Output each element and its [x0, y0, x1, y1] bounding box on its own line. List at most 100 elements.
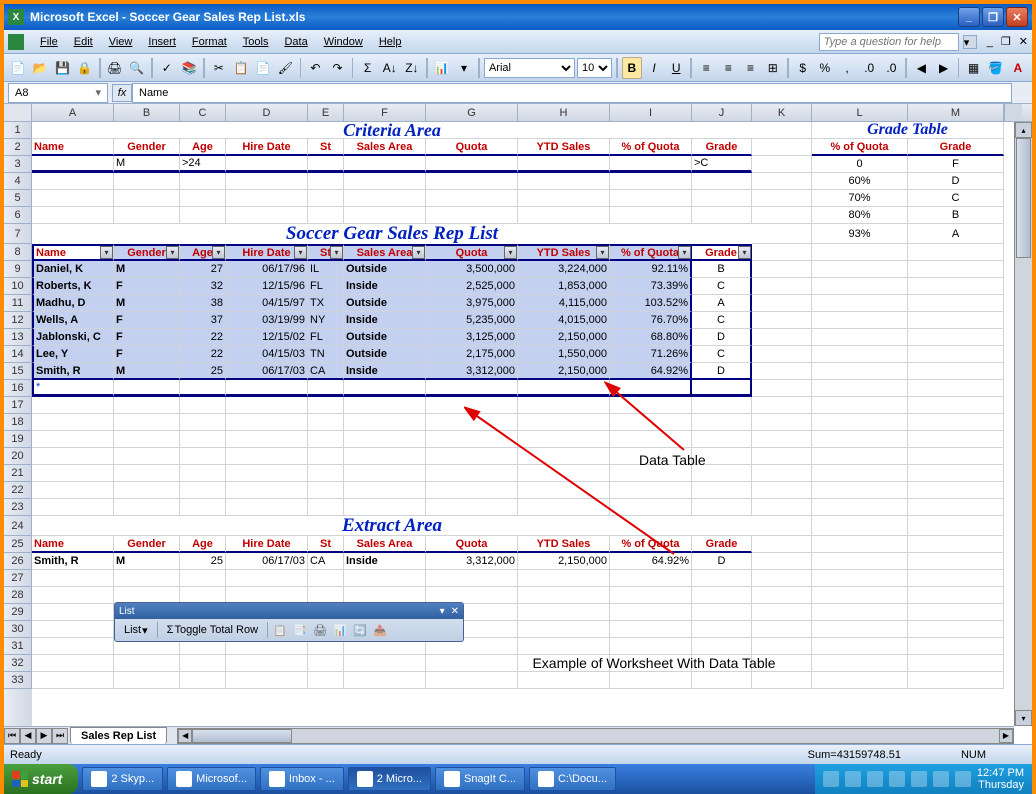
close-button[interactable]: ✕: [1006, 7, 1028, 27]
spell-icon[interactable]: ✓: [157, 57, 177, 79]
toggle-total-row-button[interactable]: Σ Toggle Total Row: [162, 622, 263, 638]
col-header-f[interactable]: F: [344, 104, 426, 121]
row-header-22[interactable]: 22: [4, 482, 32, 499]
save-icon[interactable]: 💾: [52, 57, 72, 79]
print-icon[interactable]: 🖨: [105, 57, 125, 79]
align-center-icon[interactable]: ≡: [718, 57, 738, 79]
col-header-m[interactable]: M: [908, 104, 1004, 121]
row-header-29[interactable]: 29: [4, 604, 32, 621]
taskbar-item[interactable]: 2 Skyp...: [82, 767, 163, 791]
align-right-icon[interactable]: ≡: [740, 57, 760, 79]
tray-icon[interactable]: [845, 771, 861, 787]
row-header-1[interactable]: 1: [4, 122, 32, 139]
list-tb-icon-6[interactable]: 📤: [372, 622, 388, 638]
help-search-input[interactable]: [819, 33, 959, 51]
permission-icon[interactable]: 🔒: [75, 57, 95, 79]
row-header-16[interactable]: 16: [4, 380, 32, 397]
scroll-up-button[interactable]: ▴: [1015, 122, 1032, 138]
row-header-6[interactable]: 6: [4, 207, 32, 224]
research-icon[interactable]: 📚: [179, 57, 199, 79]
taskbar-item[interactable]: Inbox - ...: [260, 767, 344, 791]
col-header-g[interactable]: G: [426, 104, 518, 121]
increase-decimal-icon[interactable]: .0: [859, 57, 879, 79]
scroll-right-button[interactable]: ▶: [999, 729, 1013, 743]
menu-file[interactable]: File: [32, 33, 66, 51]
more-icon[interactable]: ▾: [454, 57, 474, 79]
row-header-11[interactable]: 11: [4, 295, 32, 312]
filter-dropdown-st[interactable]: ▾: [330, 246, 343, 259]
filter-dropdown-area[interactable]: ▾: [412, 246, 425, 259]
list-toolbar-options-icon[interactable]: ▾: [440, 606, 445, 617]
row-header-20[interactable]: 20: [4, 448, 32, 465]
menu-insert[interactable]: Insert: [140, 33, 184, 51]
increase-indent-icon[interactable]: ▶: [933, 57, 953, 79]
row-header-18[interactable]: 18: [4, 414, 32, 431]
row-header-10[interactable]: 10: [4, 278, 32, 295]
row-header-31[interactable]: 31: [4, 638, 32, 655]
col-header-e[interactable]: E: [308, 104, 344, 121]
taskbar-item[interactable]: 2 Micro...: [348, 767, 431, 791]
copy-icon[interactable]: 📋: [231, 57, 251, 79]
col-header-c[interactable]: C: [180, 104, 226, 121]
scroll-left-button[interactable]: ◀: [178, 729, 192, 743]
insert-row-marker[interactable]: *: [32, 380, 114, 397]
list-tb-icon-5[interactable]: 🔄: [352, 622, 368, 638]
help-dropdown-button[interactable]: ▾: [963, 35, 977, 49]
undo-icon[interactable]: ↶: [305, 57, 325, 79]
list-tb-icon-3[interactable]: 🖨: [312, 622, 328, 638]
minimize-button[interactable]: _: [958, 7, 980, 27]
list-tb-icon-1[interactable]: 📋: [272, 622, 288, 638]
filter-dropdown-ytd[interactable]: ▾: [596, 246, 609, 259]
italic-button[interactable]: I: [644, 57, 664, 79]
col-header-a[interactable]: A: [32, 104, 114, 121]
tray-icon[interactable]: [955, 771, 971, 787]
row-header-17[interactable]: 17: [4, 397, 32, 414]
merge-center-icon[interactable]: ⊞: [763, 57, 783, 79]
formula-bar[interactable]: Name: [132, 83, 1012, 103]
font-name-select[interactable]: Arial: [484, 58, 575, 78]
comma-icon[interactable]: ,: [837, 57, 857, 79]
taskbar-item[interactable]: SnagIt C...: [435, 767, 525, 791]
taskbar-item[interactable]: C:\Docu...: [529, 767, 616, 791]
filter-dropdown-name[interactable]: ▾: [100, 246, 113, 259]
filter-dropdown-gender[interactable]: ▾: [166, 246, 179, 259]
scroll-thumb[interactable]: [1016, 138, 1031, 258]
menu-edit[interactable]: Edit: [66, 33, 101, 51]
scroll-down-button[interactable]: ▾: [1015, 710, 1032, 726]
open-icon[interactable]: 📂: [30, 57, 50, 79]
col-header-i[interactable]: I: [610, 104, 692, 121]
col-header-h[interactable]: H: [518, 104, 610, 121]
tab-nav-next[interactable]: ▶: [36, 728, 52, 744]
list-tb-icon-2[interactable]: 📑: [292, 622, 308, 638]
row-header-23[interactable]: 23: [4, 499, 32, 516]
row-header-12[interactable]: 12: [4, 312, 32, 329]
fill-color-icon[interactable]: 🪣: [986, 57, 1006, 79]
hscroll-thumb[interactable]: [192, 729, 292, 743]
row-header-8[interactable]: 8: [4, 244, 32, 261]
menu-help[interactable]: Help: [371, 33, 410, 51]
menu-view[interactable]: View: [101, 33, 141, 51]
row-header-5[interactable]: 5: [4, 190, 32, 207]
menu-window[interactable]: Window: [316, 33, 371, 51]
col-header-l[interactable]: L: [812, 104, 908, 121]
sort-desc-icon[interactable]: Z↓: [402, 57, 422, 79]
list-menu-button[interactable]: List ▾: [119, 622, 153, 639]
redo-icon[interactable]: ↷: [327, 57, 347, 79]
taskbar-item[interactable]: Microsof...: [167, 767, 256, 791]
row-header-24[interactable]: 24: [4, 516, 32, 536]
row-header-32[interactable]: 32: [4, 655, 32, 672]
menu-tools[interactable]: Tools: [235, 33, 277, 51]
system-tray[interactable]: 12:47 PMThursday: [815, 764, 1032, 794]
row-header-9[interactable]: 9: [4, 261, 32, 278]
row-header-15[interactable]: 15: [4, 363, 32, 380]
filter-dropdown-hire[interactable]: ▾: [294, 246, 307, 259]
align-left-icon[interactable]: ≡: [696, 57, 716, 79]
filter-dropdown-age[interactable]: ▾: [212, 246, 225, 259]
select-all-button[interactable]: [4, 104, 32, 121]
col-header-j[interactable]: J: [692, 104, 752, 121]
row-header-2[interactable]: 2: [4, 139, 32, 156]
chart-icon[interactable]: 📊: [432, 57, 452, 79]
row-header-25[interactable]: 25: [4, 536, 32, 553]
new-icon[interactable]: 📄: [8, 57, 28, 79]
start-button[interactable]: start: [4, 764, 78, 794]
